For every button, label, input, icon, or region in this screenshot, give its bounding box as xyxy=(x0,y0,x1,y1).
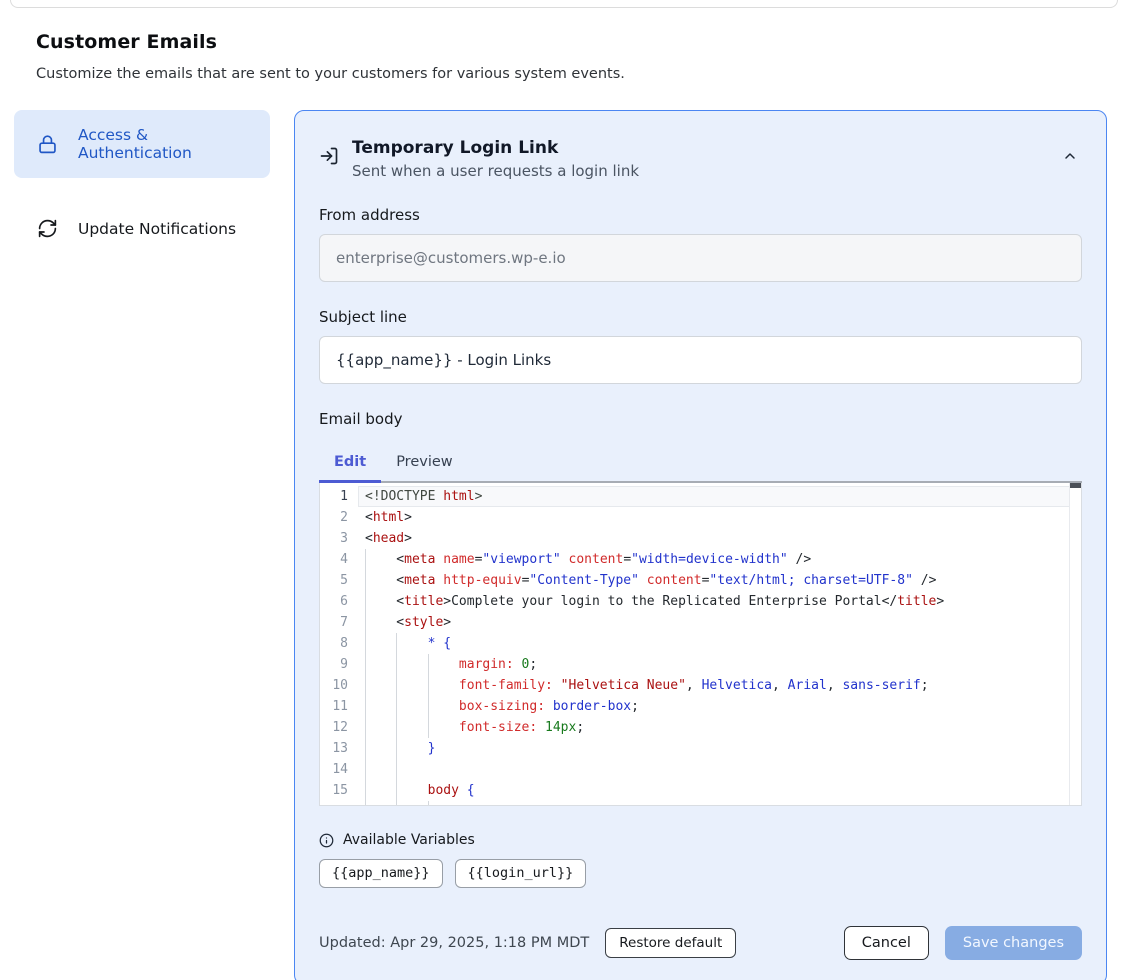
code-line[interactable]: <!DOCTYPE html> xyxy=(358,486,1081,507)
code-line[interactable]: <html> xyxy=(358,507,1081,528)
code-line[interactable]: <style> xyxy=(358,612,1081,633)
sidebar: Access & Authentication Update Notificat… xyxy=(14,110,270,255)
code-line[interactable]: font-size: 14px; xyxy=(358,717,1081,738)
info-icon xyxy=(319,833,334,848)
code-line[interactable]: * { xyxy=(358,633,1081,654)
previous-card-bottom-edge xyxy=(10,0,1118,8)
from-address-label: From address xyxy=(319,206,1082,224)
email-body-tabs: Edit Preview xyxy=(319,445,1082,483)
page-title: Customer Emails xyxy=(36,31,1092,53)
cancel-button[interactable]: Cancel xyxy=(844,926,929,960)
lock-icon xyxy=(37,134,58,155)
sidebar-item-access-authentication[interactable]: Access & Authentication xyxy=(14,110,270,178)
code-line[interactable]: <meta http-equiv="Content-Type" content=… xyxy=(358,570,1081,591)
variable-chips: {{app_name}} {{login_url}} xyxy=(319,859,1082,888)
updated-timestamp: Updated: Apr 29, 2025, 1:18 PM MDT xyxy=(319,935,589,951)
page-header: Customer Emails Customize the emails tha… xyxy=(36,31,1092,82)
tab-preview[interactable]: Preview xyxy=(381,445,467,483)
code-line[interactable]: <title>Complete your login to the Replic… xyxy=(358,591,1081,612)
code-line[interactable] xyxy=(358,759,1081,780)
editor-gutter: 12345678910111213141516 xyxy=(320,483,358,805)
available-variables-row: Available Variables xyxy=(319,832,1082,848)
sidebar-item-label: Access & Authentication xyxy=(78,126,258,162)
refresh-icon xyxy=(37,218,58,239)
restore-default-button[interactable]: Restore default xyxy=(605,928,736,958)
code-line[interactable]: body { xyxy=(358,780,1081,801)
panel-footer: Updated: Apr 29, 2025, 1:18 PM MDT Resto… xyxy=(319,926,1082,960)
panel-header: Temporary Login Link Sent when a user re… xyxy=(319,138,1082,180)
from-address-field[interactable] xyxy=(319,234,1082,282)
email-settings-panel: Temporary Login Link Sent when a user re… xyxy=(294,110,1107,980)
email-body-label: Email body xyxy=(319,410,1082,428)
available-variables-label: Available Variables xyxy=(343,832,475,848)
code-editor[interactable]: 12345678910111213141516 <!DOCTYPE html><… xyxy=(319,483,1082,806)
chevron-up-icon xyxy=(1062,152,1078,167)
page-subtitle: Customize the emails that are sent to yo… xyxy=(36,66,1092,82)
code-line[interactable]: <meta name="viewport" content="width=dev… xyxy=(358,549,1081,570)
login-icon xyxy=(319,146,339,180)
code-line[interactable]: margin: 0; xyxy=(358,654,1081,675)
variable-chip[interactable]: {{app_name}} xyxy=(319,859,443,888)
code-line[interactable]: } xyxy=(358,738,1081,759)
code-line[interactable]: font-family: "Helvetica Neue", Helvetica… xyxy=(358,675,1081,696)
code-line[interactable]: box-sizing: border-box; xyxy=(358,696,1081,717)
panel-title: Temporary Login Link xyxy=(352,138,639,158)
code-line[interactable]: background-color: #f6f6f6; xyxy=(358,801,1081,805)
subject-line-label: Subject line xyxy=(319,308,1082,326)
save-changes-button[interactable]: Save changes xyxy=(945,926,1082,960)
code-lines[interactable]: <!DOCTYPE html><html><head> <meta name="… xyxy=(358,483,1081,805)
scrollbar-thumb[interactable] xyxy=(1070,483,1081,488)
subject-line-field[interactable] xyxy=(319,336,1082,384)
variable-chip[interactable]: {{login_url}} xyxy=(455,859,587,888)
code-line[interactable]: <head> xyxy=(358,528,1081,549)
sidebar-item-label: Update Notifications xyxy=(78,220,236,238)
collapse-button[interactable] xyxy=(1058,144,1082,171)
editor-scrollbar[interactable] xyxy=(1069,483,1081,805)
panel-subtitle: Sent when a user requests a login link xyxy=(352,162,639,180)
sidebar-item-update-notifications[interactable]: Update Notifications xyxy=(14,202,270,255)
tab-edit[interactable]: Edit xyxy=(319,445,381,483)
